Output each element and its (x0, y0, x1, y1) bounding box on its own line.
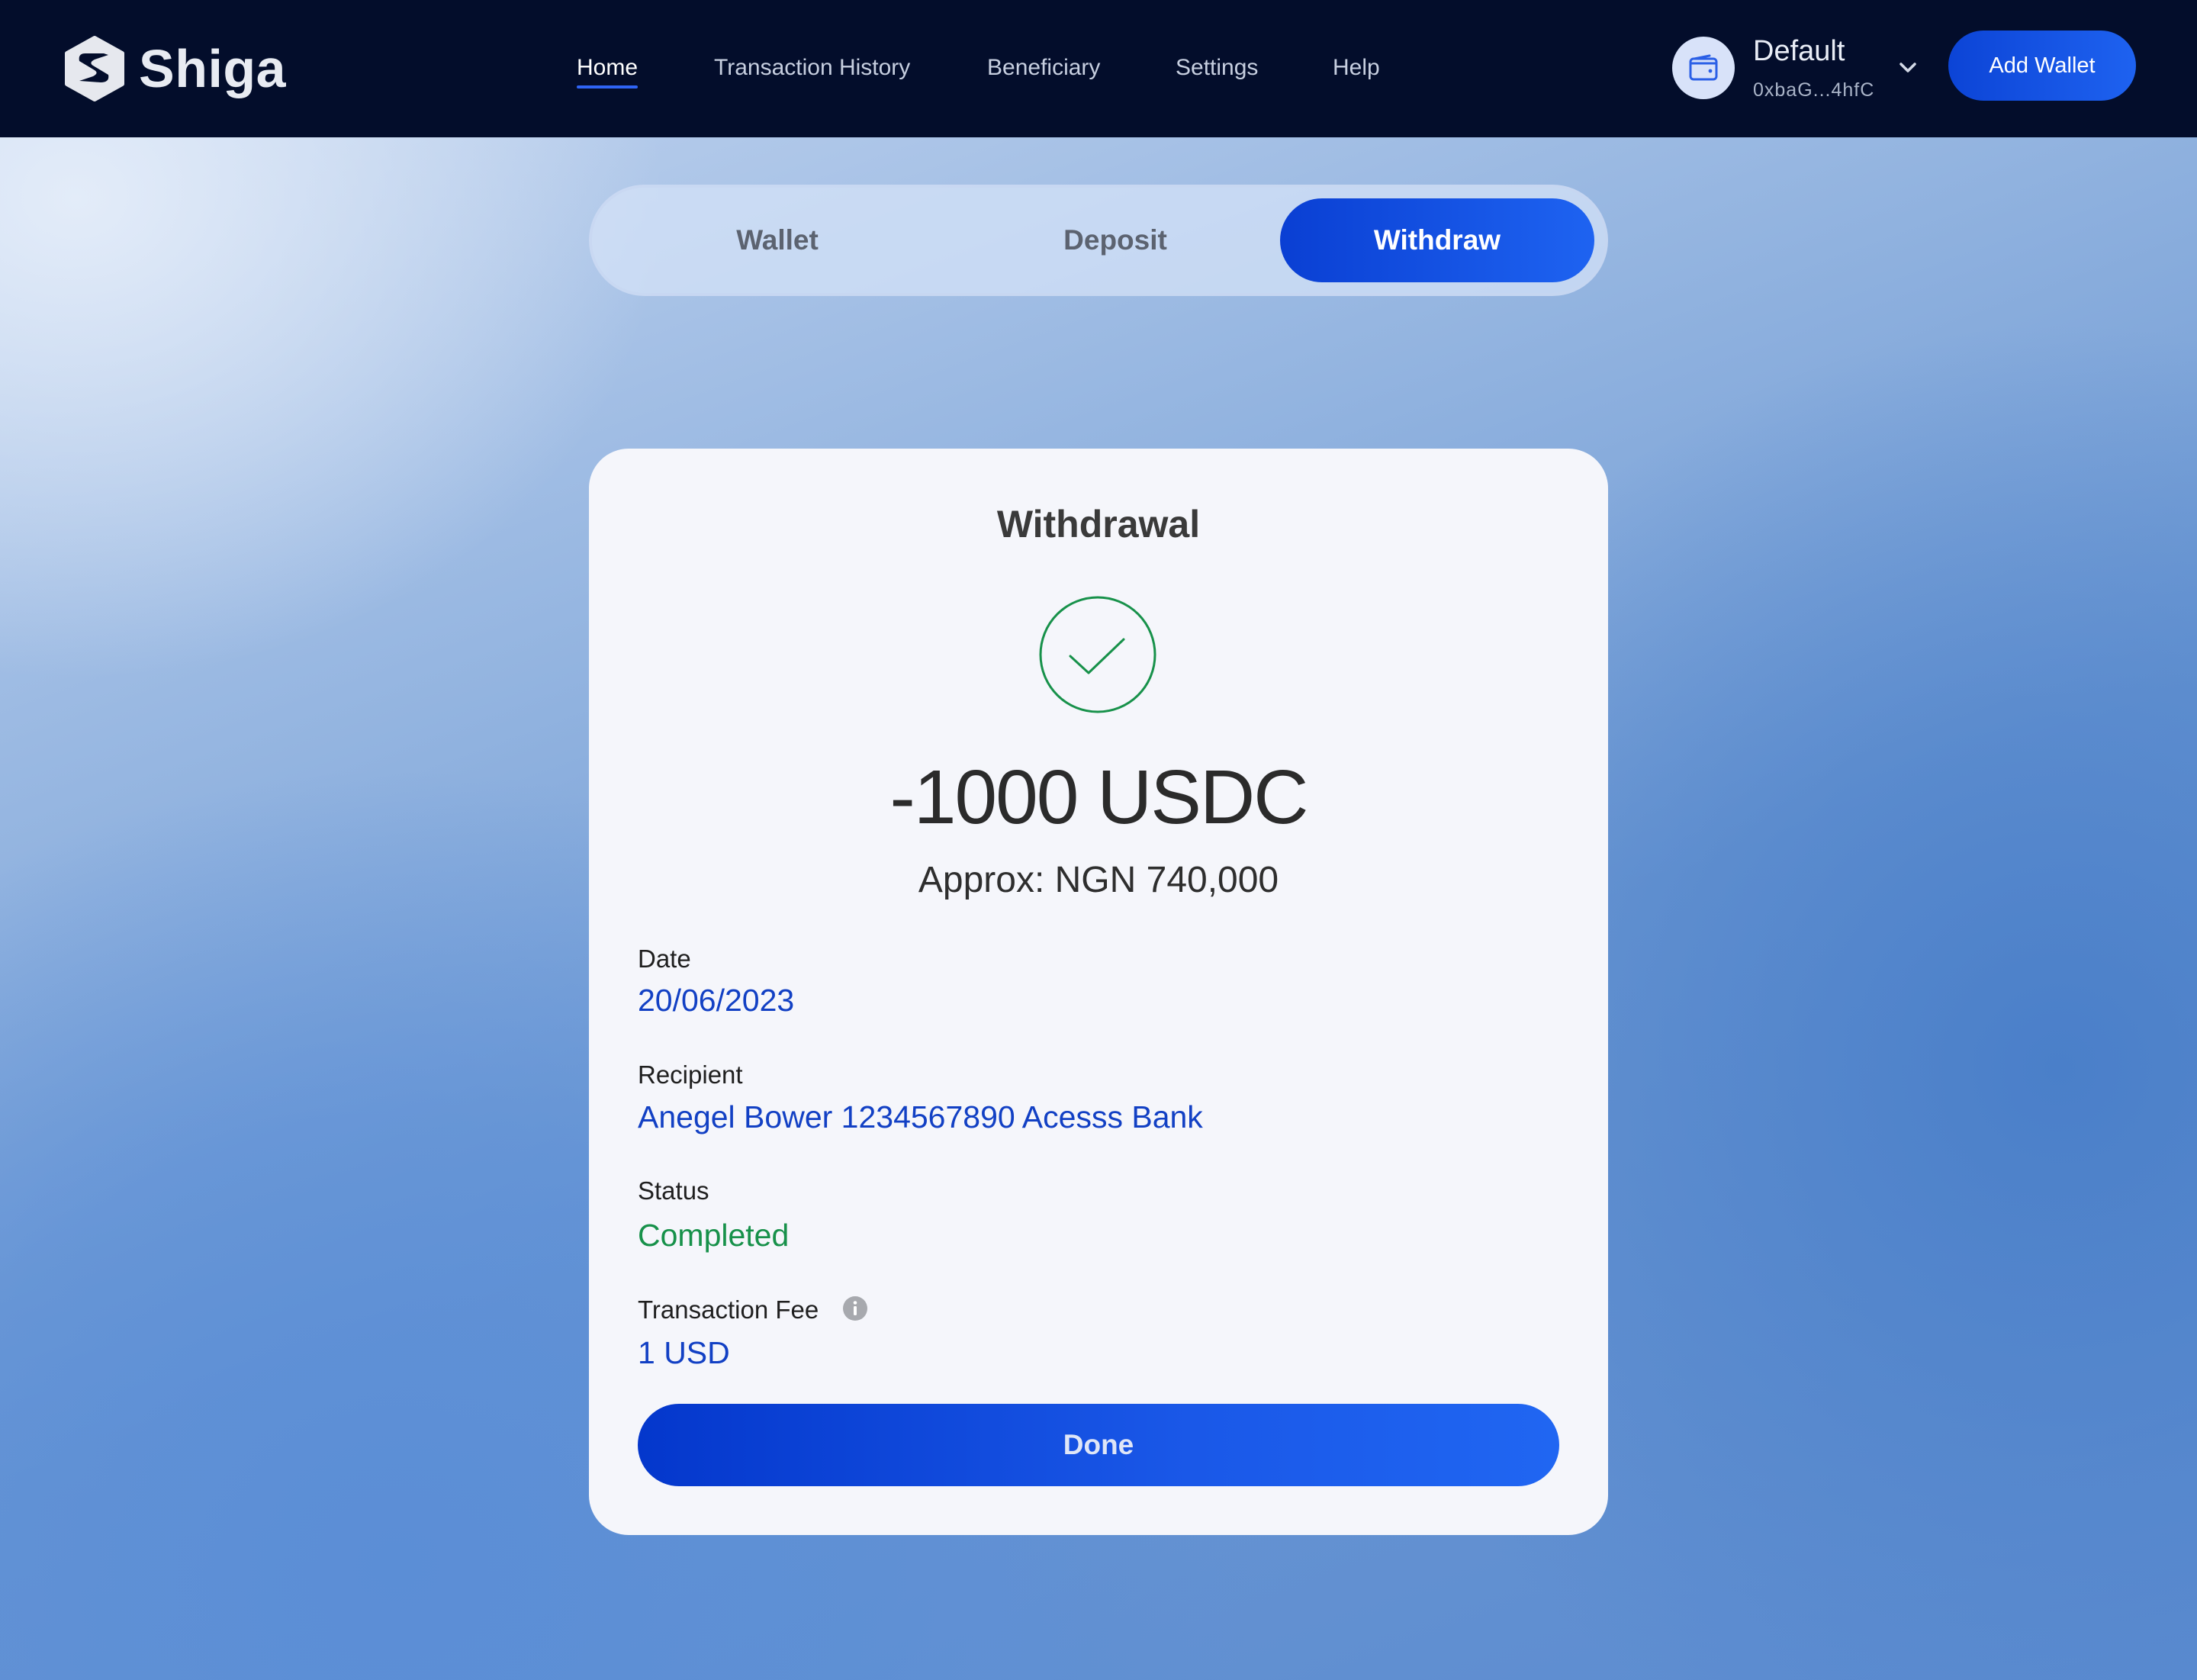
shiga-logo-icon (65, 36, 124, 101)
tab-deposit[interactable]: Deposit (958, 198, 1272, 282)
tab-wallet[interactable]: Wallet (620, 198, 934, 282)
chevron-down-icon[interactable] (1896, 56, 1919, 79)
status-label: Status (638, 1176, 709, 1205)
wallet-name: Default (1753, 35, 1845, 67)
tab-withdraw[interactable]: Withdraw (1280, 198, 1594, 282)
wallet-avatar (1672, 37, 1735, 99)
transaction-fee-value: 1 USD (638, 1335, 730, 1370)
nav-label: Beneficiary (987, 55, 1101, 80)
nav-item-help[interactable]: Help (1333, 55, 1380, 81)
tab-label: Wallet (736, 224, 819, 256)
date-label: Date (638, 945, 691, 973)
withdrawal-amount: -1000 USDC (889, 755, 1309, 840)
wallet-selector[interactable]: Default 0xbaG...4hfC (1672, 34, 1932, 107)
nav-label: Help (1333, 55, 1380, 80)
receipt-title: Withdrawal (996, 503, 1201, 546)
nav-item-transaction-history[interactable]: Transaction History (714, 55, 910, 81)
brand-name: Shiga (139, 39, 287, 98)
info-icon[interactable] (842, 1295, 868, 1321)
recipient-label: Recipient (638, 1060, 743, 1089)
wallet-address: 0xbaG...4hfC (1753, 79, 1875, 101)
done-button[interactable]: Done (638, 1404, 1559, 1486)
transaction-fee-label: Transaction Fee (638, 1295, 819, 1324)
brand-logo[interactable]: Shiga (61, 35, 286, 102)
wallet-icon (1689, 54, 1718, 81)
active-nav-indicator (577, 85, 639, 89)
nav-item-home[interactable]: Home (577, 55, 639, 89)
tab-label: Deposit (1063, 224, 1167, 256)
tab-label: Withdraw (1373, 224, 1501, 256)
approx-amount: Approx: NGN 740,000 (918, 860, 1279, 900)
wallet-action-tabs: Wallet Deposit Withdraw (589, 185, 1608, 296)
nav-label: Transaction History (714, 55, 911, 80)
nav-label: Home (577, 55, 639, 80)
nav-item-settings[interactable]: Settings (1176, 55, 1258, 81)
recipient-value: Anegel Bower 1234567890 Acesss Bank (638, 1099, 1203, 1134)
top-navbar: Shiga Home Transaction History Beneficia… (0, 0, 2197, 137)
date-value: 20/06/2023 (638, 983, 795, 1018)
withdrawal-receipt-card: Withdrawal -1000 USDC Approx: NGN 740,00… (589, 449, 1608, 1535)
nav-item-beneficiary[interactable]: Beneficiary (987, 55, 1100, 81)
add-wallet-button[interactable]: Add Wallet (1948, 31, 2136, 101)
status-value: Completed (638, 1218, 790, 1253)
check-circle-icon (1039, 596, 1156, 713)
nav-label: Settings (1176, 55, 1259, 80)
